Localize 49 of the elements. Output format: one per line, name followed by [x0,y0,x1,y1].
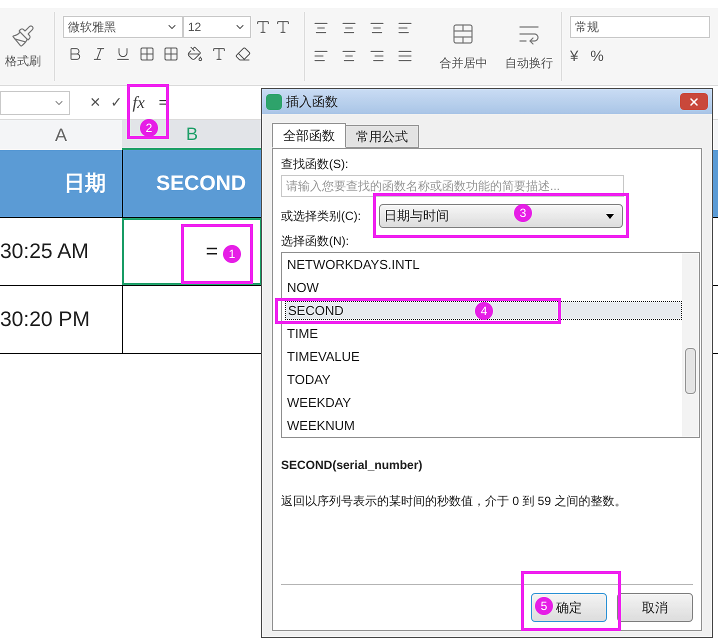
tab[interactable]: 常用公式 [345,125,419,148]
align-left-icon[interactable] [312,48,329,64]
table-cell[interactable]: 30:20 PM [0,286,122,353]
merge-center-button[interactable]: 合并居中 [430,8,498,85]
font-name-field[interactable]: 微软雅黑 [62,16,183,38]
border-icon[interactable] [138,46,155,62]
paintbrush-icon [10,24,35,48]
app-logo-icon [266,94,282,110]
justify-icon[interactable] [396,48,413,64]
function-item[interactable]: TIME [285,324,682,343]
formula-input[interactable]: = [158,92,167,113]
close-button[interactable] [680,93,708,110]
wrap-text-button[interactable]: 自动换行 [497,8,561,85]
close-icon [688,96,700,108]
scrollbar[interactable] [682,253,699,437]
function-item[interactable]: WEEKNUM [285,416,682,435]
eraser-icon[interactable] [234,46,251,62]
window-title: 插入函数 [286,92,338,111]
merge-cells-icon [451,22,476,46]
cancel-button[interactable]: × [90,89,101,116]
highlight-frame [127,84,169,139]
function-item[interactable]: TIMEVALUE [285,347,682,366]
function-description: 返回以序列号表示的某时间的秒数值，介于 0 到 59 之间的整数。 [281,493,628,510]
align-right-icon[interactable] [368,48,385,64]
number-format-field[interactable]: 常规 [570,16,710,38]
column-header[interactable]: A [0,120,122,150]
highlight-frame [181,224,253,284]
function-item[interactable]: NETWORKDAYS.INTL [285,255,682,274]
fill-color-icon[interactable] [186,46,203,62]
tab[interactable]: 全部函数 [272,123,346,148]
function-item[interactable]: TODAY [285,370,682,389]
function-item[interactable]: WEEKDAY [285,393,682,412]
table-cell[interactable]: 30:25 AM [0,218,122,285]
dropdown-arrow-icon [606,214,614,218]
percent-button[interactable]: % [590,46,604,68]
insert-function-button[interactable]: fx [132,90,145,116]
function-item[interactable]: NOW [285,278,682,297]
align-center-icon[interactable] [340,48,357,64]
category-label: 或选择类别(C): [281,208,362,225]
currency-button[interactable]: ¥ [570,46,578,68]
search-field[interactable]: 请输入您要查找的函数名称或函数功能的简要描述... [281,175,624,197]
cancel-button[interactable]: 取消 [617,593,693,622]
font-size-field[interactable]: 12 [182,16,251,38]
function-signature: SECOND(serial_number) [281,457,424,474]
confirm-button[interactable]: ✓ [110,92,123,113]
function-list-label: 选择函数(N): [281,233,350,250]
search-label: 查找函数(S): [281,156,350,173]
format-painter-button[interactable]: 格式刷 [0,8,46,85]
underline-icon[interactable] [114,46,131,62]
